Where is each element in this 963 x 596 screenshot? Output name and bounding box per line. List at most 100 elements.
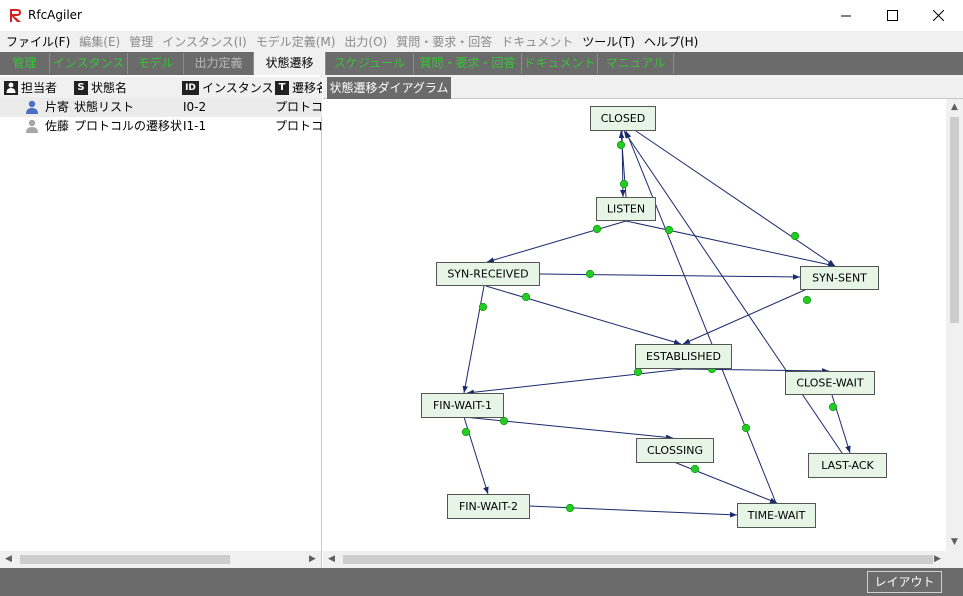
table-row[interactable]: 佐藤プロトコルの遷移状態I1-1 プロトコル [0, 117, 322, 136]
column-header-2[interactable]: IDインスタンスID [182, 77, 272, 98]
scroll-right-icon[interactable]: ▶ [929, 551, 946, 568]
transition-handle[interactable] [565, 503, 575, 513]
column-header-1[interactable]: S 状態名 [74, 77, 182, 98]
tab-7[interactable]: ドキュメント [522, 53, 598, 74]
instance-id-cell: I0-2 [183, 100, 207, 114]
minimize-button[interactable] [824, 0, 870, 31]
transition-last_ack-to-closed[interactable] [623, 130, 843, 454]
state-node-fin-wait-1[interactable]: FIN-WAIT-1 [421, 393, 504, 418]
menu-item-4[interactable]: モデル定義(M) [256, 33, 336, 50]
tab-3[interactable]: 出力定義 [184, 53, 254, 74]
transition-syn_sent-to-established[interactable] [682, 288, 808, 345]
menu-item-6[interactable]: 質問・要求・回答 [396, 33, 492, 50]
diagram-tab-strip: 状態遷移ダイアグラム [323, 75, 963, 100]
transition-fin_wait_1-to-closing[interactable] [463, 416, 674, 441]
state-node-closing[interactable]: CLOSSING [636, 438, 714, 463]
transition-handle[interactable] [690, 464, 700, 474]
tab-state-transition-diagram[interactable]: 状態遷移ダイアグラム [327, 77, 451, 100]
state-label: LISTEN [607, 203, 645, 216]
diagram-canvas[interactable]: CLOSED LISTEN SYN-RECEIVED SYN-SENT ESTABLIS… [323, 99, 946, 551]
tab-5[interactable]: スケジュール [326, 53, 414, 74]
transition-handle[interactable] [619, 179, 629, 189]
layout-button[interactable]: レイアウト [867, 571, 942, 593]
transition-handle[interactable] [664, 225, 674, 235]
column-header-0[interactable]: 担当者 [4, 77, 72, 98]
column-type-icon: S [74, 80, 88, 95]
diagram-vertical-scrollbar[interactable]: ▲ ▼ [946, 99, 963, 551]
menu-bar: ファイル(F) 編集(E) 管理 インスタンス(I) モデル定義(M) 出力(O) 質問・要… [0, 31, 963, 52]
state-list-pane: 担当者S状態名IDインスタンスIDT遷移名 片寄状態リストI0-2プロトコル佐藤… [0, 75, 322, 568]
app-logo-icon [10, 9, 21, 22]
transition-handle[interactable] [461, 427, 471, 437]
state-node-listen[interactable]: LISTEN [596, 197, 656, 221]
diagram-horizontal-scrollbar[interactable]: ◀ ▶ [323, 551, 963, 568]
state-node-last-ack[interactable]: LAST-ACK [808, 453, 887, 478]
maximize-icon [887, 10, 898, 21]
menu-item-8[interactable]: ツール(T) [582, 33, 635, 50]
column-header-label: インスタンスID [202, 81, 272, 95]
tab-8[interactable]: マニュアル [598, 53, 674, 74]
tab-2[interactable]: モデル [128, 53, 184, 74]
transition-handle[interactable] [499, 416, 509, 426]
transition-handle[interactable] [592, 224, 602, 234]
menu-item-9[interactable]: ヘルプ(H) [644, 33, 698, 50]
menu-item-2[interactable]: 管理 [129, 33, 153, 50]
state-node-syn-received[interactable]: SYN-RECEIVED [436, 262, 540, 286]
user-avatar-icon [26, 100, 38, 114]
scroll-right-icon[interactable]: ▶ [304, 551, 321, 568]
transition-established-to-fin_wait_1[interactable] [466, 368, 684, 396]
state-node-syn-sent[interactable]: SYN-SENT [800, 266, 879, 290]
state-node-established[interactable]: ESTABLISHED [635, 344, 732, 369]
transition-handle[interactable] [802, 295, 812, 305]
transition-handle[interactable] [790, 231, 800, 241]
table-row[interactable]: 片寄状態リスト I0-2 プロトコル [0, 98, 322, 117]
menu-item-3[interactable]: インスタンス(I) [162, 33, 246, 50]
scroll-thumb[interactable] [950, 117, 959, 323]
scroll-up-icon[interactable]: ▲ [946, 99, 963, 116]
column-header-3[interactable]: T遷移名 [275, 77, 322, 98]
transition-fin_wait_2-to-time_wait[interactable] [528, 505, 738, 518]
tab-1[interactable]: インスタンス [50, 53, 128, 74]
transition-listen-to-syn_received[interactable] [486, 220, 627, 263]
transition-handle[interactable] [521, 292, 531, 302]
tab-0[interactable]: 管理 [0, 53, 50, 74]
scroll-thumb[interactable] [343, 555, 933, 564]
list-horizontal-scrollbar[interactable]: ◀ ▶ [0, 551, 321, 568]
transition-handle[interactable] [585, 269, 595, 279]
state-transition-diagram[interactable]: CLOSED LISTEN SYN-RECEIVED SYN-SENT ESTABLIS… [323, 99, 946, 551]
menu-item-0[interactable]: ファイル(F) [6, 33, 70, 50]
transition-syn_received-to-established[interactable] [485, 285, 682, 345]
menu-item-7[interactable]: ドキュメント [501, 33, 573, 50]
scroll-left-icon[interactable]: ◀ [0, 551, 17, 568]
tab-6[interactable]: 質問・要求・回答 [414, 53, 522, 74]
tab-4[interactable]: 状態遷移 [254, 52, 326, 75]
transition-handle[interactable] [478, 302, 488, 312]
transition-listen-to-syn_sent[interactable] [625, 220, 836, 268]
scroll-down-icon[interactable]: ▼ [946, 534, 963, 551]
state-label: SYN-RECEIVED [447, 268, 528, 281]
state-node-closed[interactable]: CLOSED [590, 106, 656, 131]
title-bar: RfcAgiler [0, 0, 963, 31]
scroll-left-icon[interactable]: ◀ [323, 551, 340, 568]
close-button[interactable] [916, 0, 962, 31]
menu-item-5[interactable]: 出力(O) [344, 33, 387, 50]
state-name-cell: 状態リスト [74, 100, 135, 114]
transition-syn_received-to-fin_wait_1[interactable] [462, 285, 485, 394]
scroll-thumb[interactable] [20, 555, 230, 564]
menu-item-1[interactable]: 編集(E) [79, 33, 120, 50]
transition-handle[interactable] [616, 140, 626, 150]
transition-handle[interactable] [741, 423, 751, 433]
transition-syn_received-to-syn_sent[interactable] [539, 273, 801, 280]
state-node-close-wait[interactable]: CLOSE-WAIT [785, 371, 875, 395]
state-name-cell: プロトコルの遷移状態 [74, 119, 182, 133]
state-label: FIN-WAIT-1 [433, 399, 492, 412]
transition-handle[interactable] [828, 402, 838, 412]
transition-closed-to-syn_sent[interactable] [635, 130, 836, 267]
state-node-fin-wait-2[interactable]: FIN-WAIT-2 [447, 494, 530, 519]
transition-established-to-close_wait[interactable] [682, 368, 830, 374]
state-label: CLOSSING [647, 444, 703, 457]
assignee-cell: 片寄 [45, 100, 70, 114]
transition-handle[interactable] [633, 367, 643, 377]
state-node-time-wait[interactable]: TIME-WAIT [737, 503, 816, 528]
maximize-button[interactable] [870, 0, 916, 31]
